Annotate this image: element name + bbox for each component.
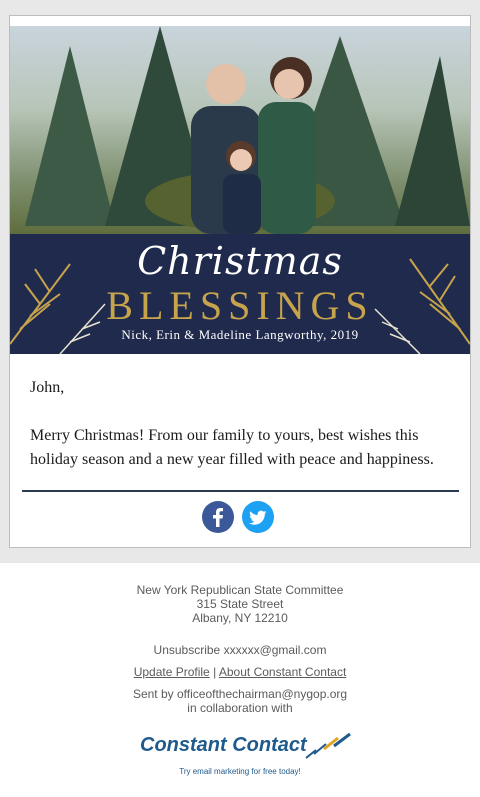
footer-sent-by: Sent by officeofthechairman@nygop.org	[132, 687, 348, 701]
banner-headline: BLESSINGS	[106, 283, 374, 328]
footer-address-line1: 315 State Street	[196, 597, 284, 611]
constant-contact-logo[interactable]: Constant Contact	[140, 732, 352, 762]
banner-script-title: Christmas	[137, 239, 343, 283]
christmas-banner: Christmas BLESSINGS Nick, Erin & Madelin…	[10, 234, 470, 354]
constant-contact-mark-icon	[305, 732, 351, 759]
greeting: John,	[30, 379, 65, 396]
christmas-card-image: Christmas BLESSINGS Nick, Erin & Madelin…	[10, 26, 470, 354]
family-photo-illustration	[25, 26, 470, 234]
footer-collaboration: in collaboration with	[187, 701, 293, 715]
family-photo	[10, 26, 470, 234]
update-profile-link[interactable]: Update Profile	[134, 665, 210, 679]
message-paragraph: Merry Christmas! From our family to your…	[30, 427, 434, 468]
banner-family-names: Nick, Erin & Madeline Langworthy, 2019	[121, 327, 359, 342]
footer-unsubscribe-row: Unsubscribe xxxxxx@gmail.com	[0, 643, 480, 657]
subscriber-email: xxxxxx@gmail.com	[223, 643, 327, 657]
facebook-icon	[213, 508, 223, 527]
footer-org-name: New York Republican State Committee	[136, 583, 344, 597]
twitter-icon	[249, 510, 267, 525]
unsubscribe-link[interactable]: Unsubscribe	[154, 643, 221, 657]
content-divider	[22, 490, 459, 492]
link-separator: |	[213, 665, 217, 679]
about-constant-contact-link[interactable]: About Constant Contact	[219, 665, 346, 679]
message-body: John, Merry Christmas! From our family t…	[30, 376, 450, 496]
footer-address-line2: Albany, NY 12210	[192, 611, 288, 625]
twitter-button[interactable]	[242, 501, 274, 533]
footer-links-row: Update Profile | About Constant Contact	[0, 665, 480, 679]
facebook-button[interactable]	[202, 501, 234, 533]
constant-contact-logo-text: Constant Contact	[140, 734, 307, 756]
constant-contact-tagline[interactable]: Try email marketing for free today!	[0, 767, 480, 776]
